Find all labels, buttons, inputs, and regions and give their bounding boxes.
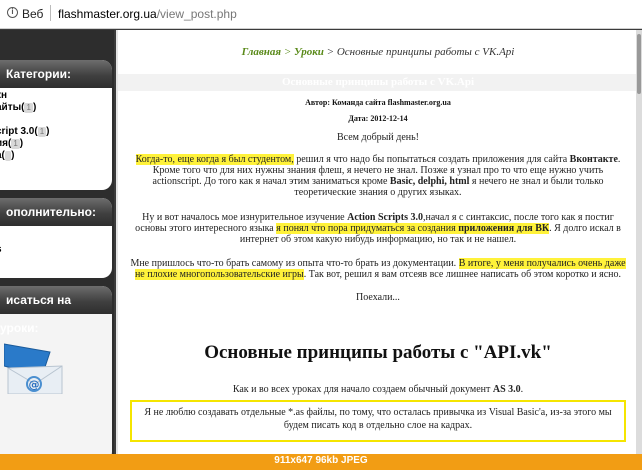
highlight-2: я понял что пора придуматься за создания… [276, 223, 550, 234]
categories-list: кн айты(1) cript 3.0(1) ия(1) a( ) ) [0, 88, 112, 174]
extra-list: s [0, 226, 112, 256]
paragraph-1: Когда-то, еще когда я был студентом, реш… [135, 154, 621, 198]
category-count: 1 [24, 103, 33, 113]
category-item[interactable]: айты(1) [0, 102, 112, 114]
url-path: /view_post.php [156, 7, 237, 21]
categories-block: Категории: кн айты(1) cript 3.0(1) ия(1)… [0, 60, 112, 190]
address-bar[interactable]: i Веб flashmaster.org.ua/view_post.php [0, 0, 642, 29]
extra-item[interactable]: s [0, 244, 112, 256]
main-content: Главная > Уроки > Основные принципы рабо… [116, 30, 638, 462]
category-count: 1 [11, 139, 20, 149]
breadcrumb-current: Основные принципы работы с VK.Api [336, 46, 515, 58]
category-item[interactable]: ) [0, 162, 112, 174]
subscribe-block: исаться на уроки: @ [0, 286, 112, 462]
scheme-label: Веб [22, 7, 44, 21]
lets-go-text: Поехали... [356, 292, 400, 303]
doc-line: Как и во всех уроках для начало создаем … [232, 384, 524, 395]
paragraph-3: Мне пришлось что-то брать самому из опыт… [130, 258, 626, 280]
category-item[interactable]: cript 3.0(1) [0, 126, 112, 138]
highlight-1: Когда-то, еще когда я был студентом, [135, 154, 294, 165]
category-item[interactable]: кн [0, 90, 112, 102]
section-heading: Основные принципы работы с "API.vk" [204, 342, 552, 363]
svg-text:@: @ [29, 378, 40, 391]
breadcrumb-home-link[interactable]: Главная [242, 46, 281, 58]
greeting-text: Всем добрый день! [336, 132, 419, 143]
breadcrumb: Главная > Уроки > Основные принципы рабо… [241, 46, 515, 58]
post-date: Дата: 2012-12-14 [348, 114, 408, 123]
category-count: 1 [37, 127, 47, 137]
image-info-text: 911x647 96kb JPEG [274, 455, 368, 466]
email-envelope-icon[interactable]: @ [4, 342, 64, 394]
url-domain: flashmaster.org.ua [58, 7, 157, 21]
note-box: Я не люблю создавать отдельные *.as файл… [130, 400, 626, 442]
category-item[interactable]: ия(1) [0, 138, 112, 150]
category-item[interactable] [0, 114, 112, 126]
post-author: Автор: Команда сайта flashmaster.org.ua [305, 98, 451, 107]
post-title-bar: Основные принципы работы с VK.Api [118, 74, 638, 91]
extra-header: ополнительно: [0, 198, 112, 226]
url-text[interactable]: flashmaster.org.ua/view_post.php [58, 7, 237, 21]
info-icon[interactable]: i [7, 7, 18, 18]
category-item[interactable]: a( ) [0, 150, 112, 162]
scrollbar-thumb[interactable] [637, 34, 641, 94]
breadcrumb-lessons-link[interactable]: Уроки [294, 46, 324, 58]
subscribe-header: исаться на уроки: [0, 286, 112, 335]
extra-block: ополнительно: s [0, 198, 112, 278]
address-divider [50, 5, 51, 21]
categories-header: Категории: [0, 60, 112, 88]
paragraph-2: Ну и вот началось мое изнурительное изуч… [135, 212, 621, 245]
scrollbar[interactable] [636, 30, 642, 462]
sidebar: Категории: кн айты(1) cript 3.0(1) ия(1)… [0, 30, 114, 462]
